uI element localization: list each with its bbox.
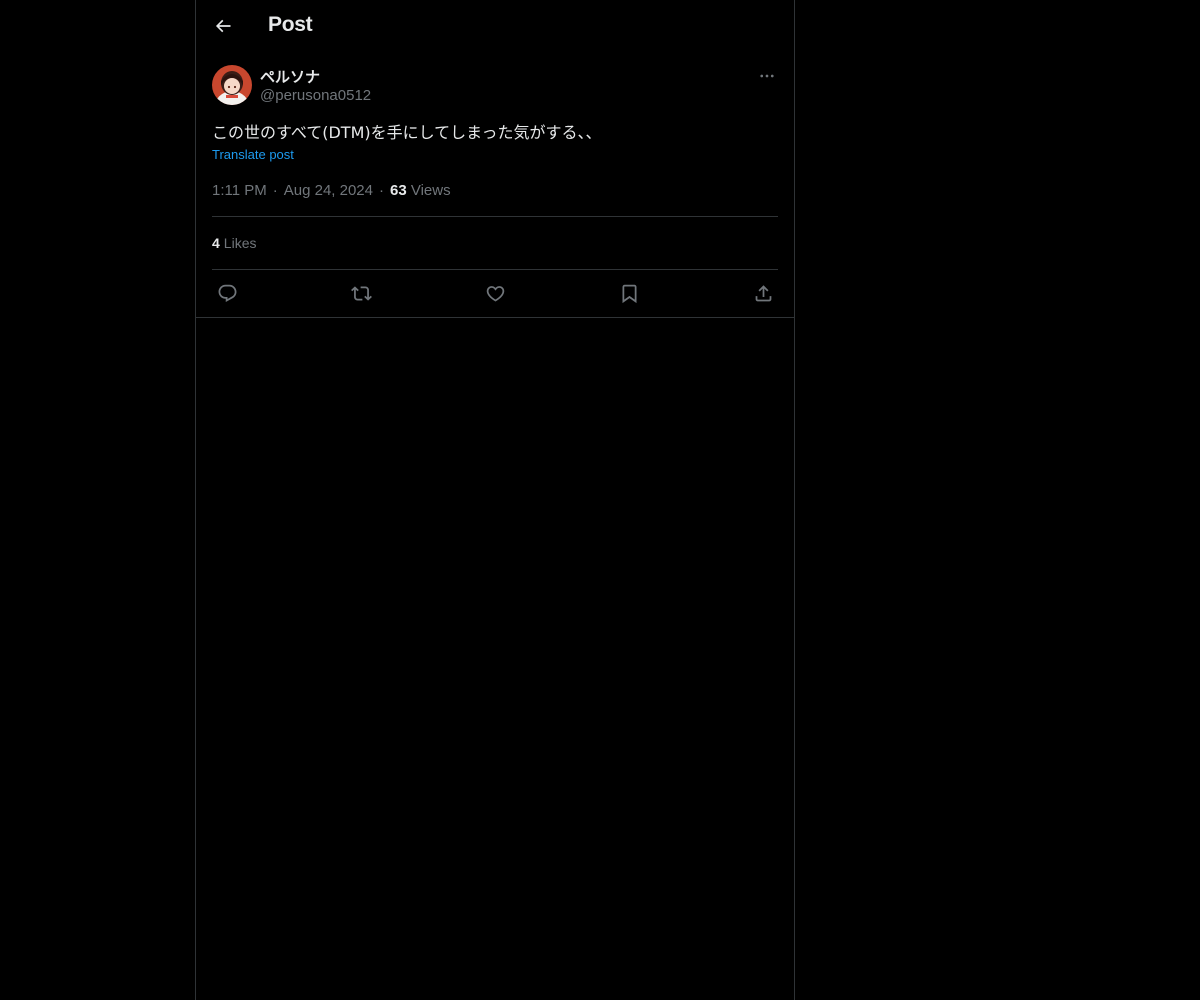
back-button[interactable] xyxy=(208,11,238,41)
views-count: 63 xyxy=(390,182,407,199)
page-header: Post xyxy=(196,0,794,53)
post-time[interactable]: 1:11 PM xyxy=(212,182,267,199)
author-name[interactable]: ペルソナ xyxy=(260,66,320,87)
author-handle[interactable]: @perusona0512 xyxy=(260,87,371,104)
more-options-button[interactable] xyxy=(756,65,778,87)
likes-summary[interactable]: 4 Likes xyxy=(212,235,256,251)
likes-count: 4 xyxy=(212,235,220,251)
like-button[interactable] xyxy=(480,280,510,306)
repost-icon xyxy=(350,285,372,301)
share-icon xyxy=(755,284,771,301)
post-text: この世のすべて(DTM)を手にしてしまった気がする、、 xyxy=(212,123,602,142)
divider xyxy=(212,269,778,270)
bookmark-icon xyxy=(622,284,636,303)
action-bar xyxy=(212,280,778,306)
repost-button[interactable] xyxy=(346,280,376,306)
views-label: Views xyxy=(410,182,451,199)
translate-post-link[interactable]: Translate post xyxy=(212,147,294,162)
meta-separator: · xyxy=(379,182,384,199)
reply-button[interactable] xyxy=(212,280,242,306)
meta-separator: · xyxy=(272,182,278,199)
post-date[interactable]: Aug 24, 2024 xyxy=(284,182,373,199)
avatar-image xyxy=(212,65,252,105)
more-horizontal-icon xyxy=(760,74,774,78)
reply-icon xyxy=(218,284,236,302)
main-column: Post ペルソナ @perusona0512 この世のすべて(DTM)を手にし… xyxy=(195,0,795,1000)
share-button[interactable] xyxy=(748,280,778,306)
page-title: Post xyxy=(268,13,313,36)
post-meta: 1:11 PM · Aug 24, 2024 · 63 Views xyxy=(212,182,451,199)
divider xyxy=(212,216,778,217)
likes-label: Likes xyxy=(223,235,257,251)
like-icon xyxy=(486,285,504,302)
bookmark-button[interactable] xyxy=(614,280,644,306)
post-bottom-divider xyxy=(196,317,794,318)
avatar[interactable] xyxy=(212,65,252,105)
arrow-left-icon xyxy=(215,19,231,33)
